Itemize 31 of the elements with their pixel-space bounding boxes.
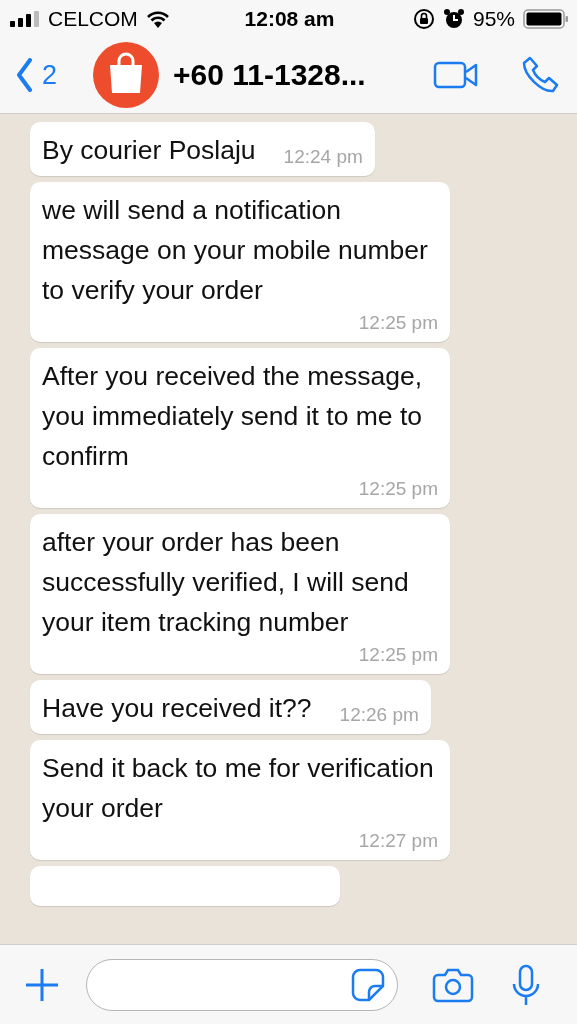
message-time: 12:24 pm	[282, 145, 363, 169]
plus-icon[interactable]	[24, 966, 60, 1003]
phone-call-icon[interactable]	[521, 55, 561, 95]
message-text: after your order has been successfully verified, I will send your item tracking number	[42, 526, 410, 639]
message-text: By courier Poslaju	[42, 134, 256, 167]
message-input-field[interactable]	[86, 958, 398, 1011]
message-time: 12:27 pm	[357, 829, 438, 853]
signal-icon	[10, 10, 40, 27]
rotation-lock-icon	[412, 7, 435, 30]
clock-time: 12:08 am	[244, 6, 335, 31]
message-time: 12:25 pm	[357, 643, 438, 667]
carrier-name: CELCOM	[48, 6, 138, 31]
message-text: Send it back to me for verification your order	[42, 752, 435, 825]
back-button[interactable]: 2	[16, 58, 58, 92]
message-text: Have you received it??	[42, 692, 312, 725]
message-time: 12:26 pm	[338, 703, 419, 727]
video-call-icon[interactable]	[433, 60, 479, 90]
sticker-icon[interactable]	[351, 967, 385, 1002]
shopping-bag-avatar[interactable]	[93, 42, 160, 108]
alarm-icon	[442, 7, 465, 30]
message-text: we will send a notification message on your mobile number to verify your order	[42, 194, 429, 307]
contact-name[interactable]: +60 11-1328...	[173, 58, 366, 92]
battery-percent: 95%	[472, 6, 515, 31]
message-time: 12:25 pm	[357, 477, 438, 501]
microphone-icon[interactable]	[510, 963, 542, 1006]
back-chevron-icon	[16, 58, 32, 92]
wifi-icon	[145, 9, 170, 28]
camera-icon[interactable]	[432, 966, 474, 1003]
message-time: 12:25 pm	[357, 311, 438, 335]
message-text: After you received the message, you immediately send it to me to confirm	[42, 360, 424, 473]
battery-icon	[523, 8, 569, 29]
